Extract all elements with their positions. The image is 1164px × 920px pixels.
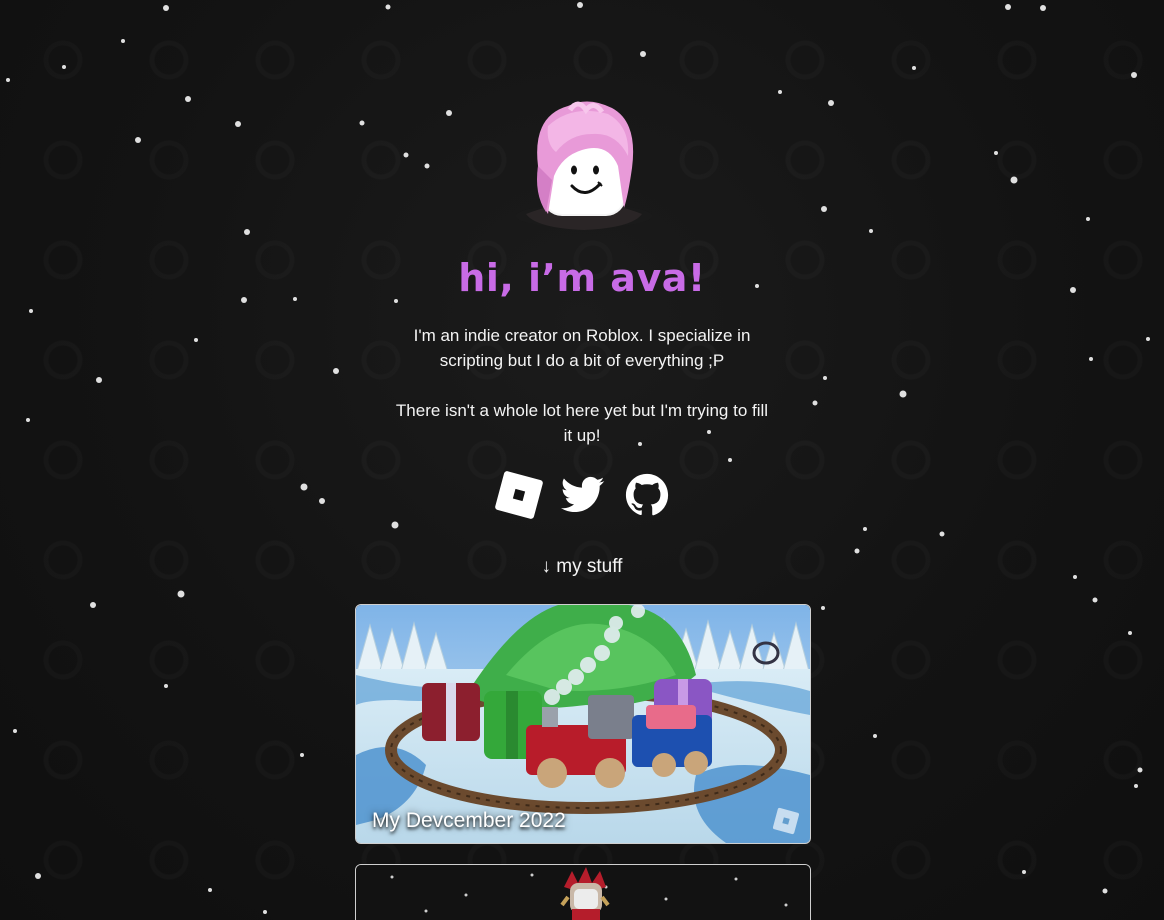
- twitter-link[interactable]: [558, 470, 608, 520]
- avatar: [512, 96, 656, 246]
- social-links: [494, 470, 670, 520]
- roblox-link[interactable]: [494, 470, 544, 520]
- page: hi, i’m ava! I'm an indie creator on Rob…: [0, 0, 1164, 920]
- greeting-heading: hi, i’m ava!: [458, 256, 706, 300]
- github-link[interactable]: [622, 470, 672, 520]
- project-card[interactable]: [355, 864, 811, 920]
- project-thumbnail: [356, 605, 810, 843]
- roblox-icon: [495, 471, 543, 519]
- my-stuff-heading: ↓ my stuff: [541, 556, 623, 577]
- roblox-icon: [772, 807, 800, 835]
- project-title: My Devcember 2022: [372, 809, 566, 832]
- bio-paragraph: There isn't a whole lot here yet but I'm…: [395, 401, 769, 445]
- bio-paragraph: I'm an indie creator on Roblox. I specia…: [413, 326, 751, 370]
- project-card[interactable]: My Devcember 2022: [355, 604, 811, 844]
- project-thumbnail: [356, 865, 810, 920]
- github-icon: [625, 473, 669, 516]
- twitter-icon: [561, 476, 605, 513]
